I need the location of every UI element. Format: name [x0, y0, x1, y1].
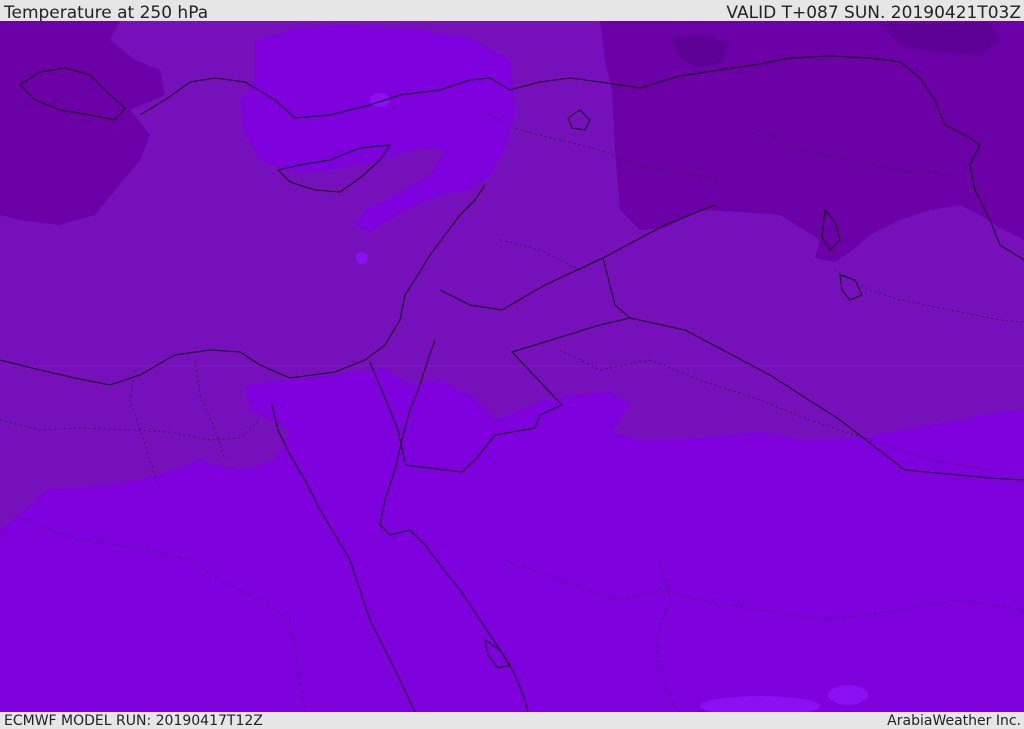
footer-bar: ECMWF MODEL RUN: 20190417T12Z ArabiaWeat… [0, 712, 1024, 729]
valid-time: VALID T+087 SUN. 20190421T03Z [726, 3, 1021, 23]
map-title: Temperature at 250 hPa [4, 3, 209, 23]
credit-label: ArabiaWeather Inc. [887, 713, 1021, 729]
temperature-patch-warmest-4 [356, 252, 368, 264]
header-bar: Temperature at 250 hPa VALID T+087 SUN. … [0, 0, 1024, 23]
temperature-patch-warmest [370, 93, 390, 107]
temperature-map [0, 21, 1024, 712]
map-panel[interactable] [0, 21, 1024, 712]
model-run-label: ECMWF MODEL RUN: 20190417T12Z [4, 713, 263, 729]
temperature-patch-warmest-2 [828, 685, 868, 705]
